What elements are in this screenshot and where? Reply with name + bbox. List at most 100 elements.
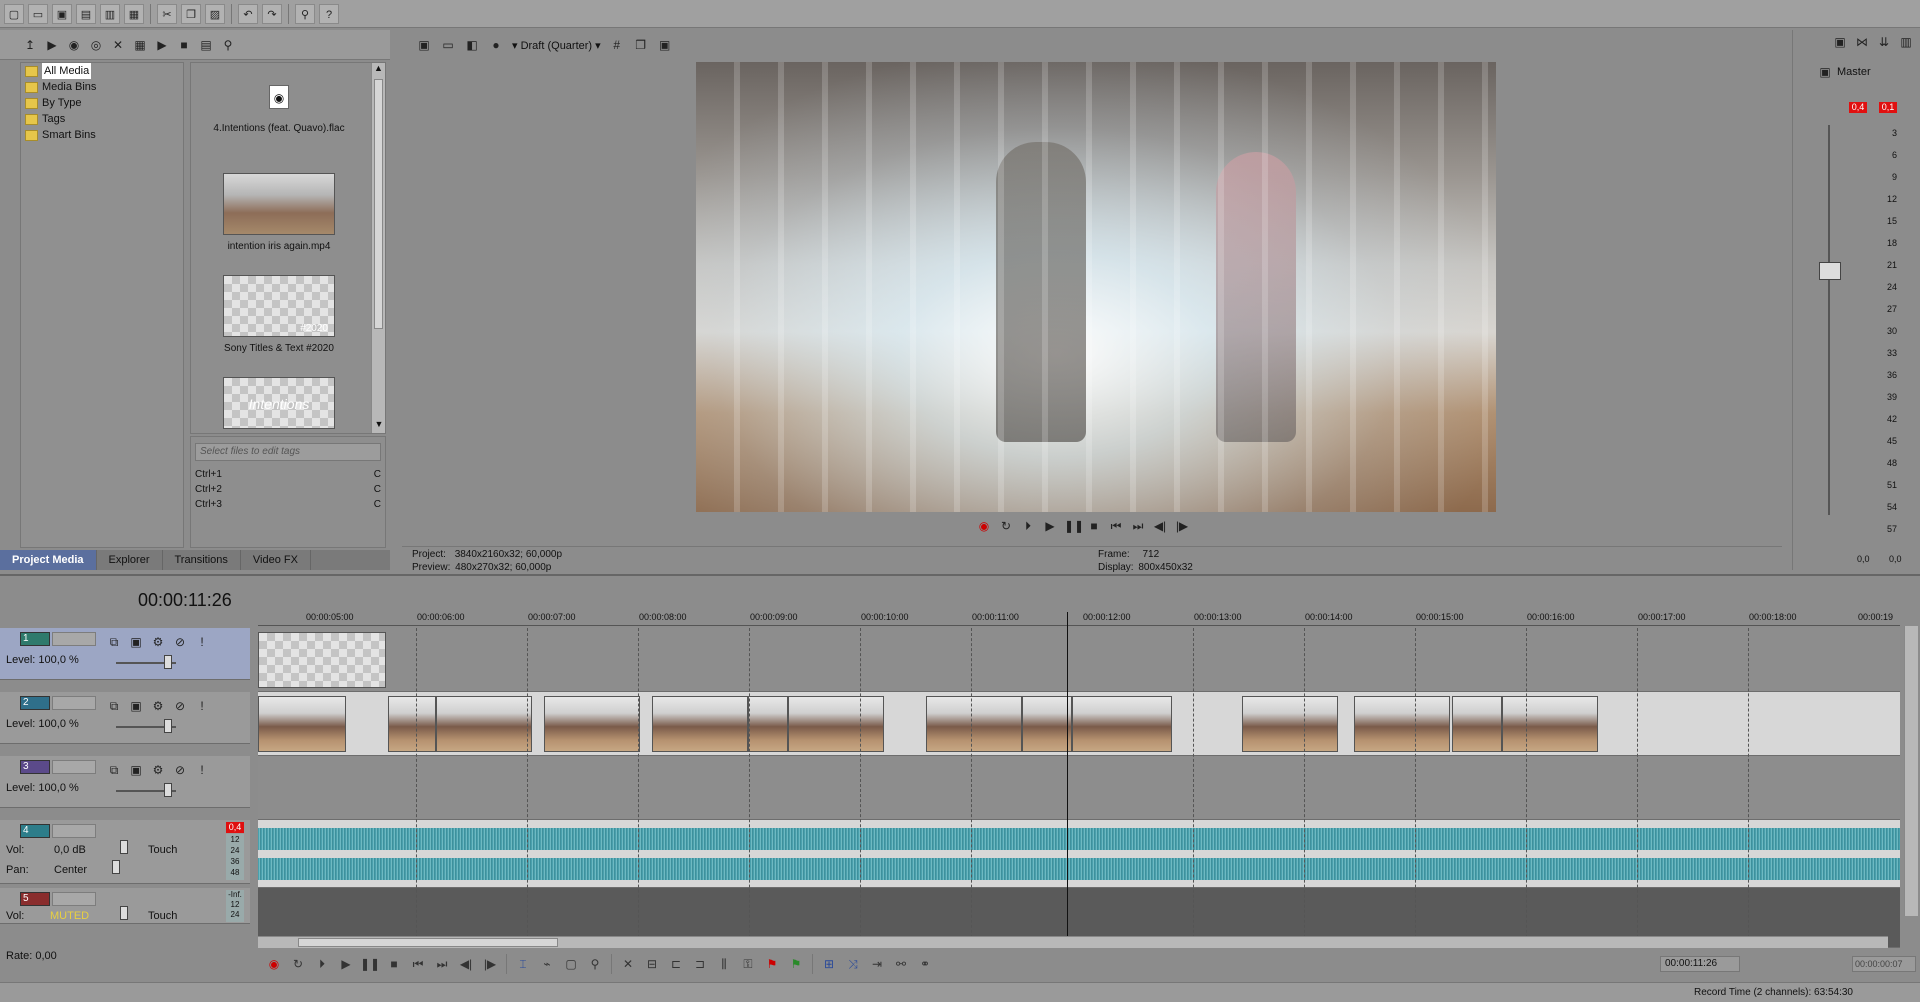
track-name-field[interactable] <box>52 760 96 774</box>
record-icon[interactable]: ◉ <box>976 518 992 534</box>
views-icon[interactable]: ▤ <box>198 37 214 53</box>
marker-icon[interactable]: ⚑ <box>762 954 782 974</box>
record-icon[interactable]: ◉ <box>264 954 284 974</box>
stop-icon[interactable]: ■ <box>384 954 404 974</box>
split-icon[interactable]: ⫼ <box>714 954 734 974</box>
tree-item-all-media[interactable]: All Media <box>21 63 183 79</box>
video-clip[interactable] <box>388 696 436 752</box>
normal-edit-tool-icon[interactable]: ⌶ <box>513 954 533 974</box>
volume-slider[interactable] <box>120 840 128 854</box>
level-slider[interactable] <box>164 783 172 797</box>
selection-tool-icon[interactable]: ▢ <box>561 954 581 974</box>
stop-icon[interactable]: ■ <box>1086 518 1102 534</box>
volume-slider[interactable] <box>120 906 128 920</box>
video-clip[interactable] <box>544 696 640 752</box>
paste-icon[interactable]: ▨ <box>205 3 225 24</box>
whats-this-icon[interactable]: ? <box>319 3 339 24</box>
solo-icon[interactable]: ! <box>194 698 210 714</box>
fx-icon[interactable]: ⚙ <box>150 698 166 714</box>
mixer-meters-icon[interactable]: ▥ <box>1898 34 1914 50</box>
mixer-bus-icon[interactable]: ⋈ <box>1854 34 1870 50</box>
ripple-edit-icon[interactable]: ⇥ <box>867 954 887 974</box>
video-clip[interactable] <box>258 696 346 752</box>
copy-icon[interactable]: ❐ <box>181 3 201 24</box>
properties-icon[interactable]: ▦ <box>124 3 144 24</box>
mute-icon[interactable]: ⊘ <box>172 762 188 778</box>
solo-icon[interactable]: ! <box>194 762 210 778</box>
track-name-field[interactable] <box>52 632 96 646</box>
go-to-end-icon[interactable]: ⏭ <box>1130 518 1146 534</box>
loop-icon[interactable]: ↻ <box>288 954 308 974</box>
motion-icon[interactable]: ⧉ <box>106 698 122 714</box>
video-clip[interactable] <box>1242 696 1338 752</box>
import-media-icon[interactable]: ↥ <box>22 37 38 53</box>
track-header-3[interactable]: 3 Level: 100,0 % ⧉ ▣ ⚙ ⊘! <box>0 756 250 808</box>
prev-frame-icon[interactable]: ◀| <box>1152 518 1168 534</box>
zoom-tool-icon[interactable]: ⚲ <box>585 954 605 974</box>
video-clip[interactable] <box>1452 696 1502 752</box>
video-clip[interactable] <box>652 696 748 752</box>
delete-icon[interactable]: ✕ <box>618 954 638 974</box>
go-to-start-icon[interactable]: ⏮ <box>1108 518 1124 534</box>
stop-media-icon[interactable]: ■ <box>176 37 192 53</box>
loop-icon[interactable]: ↻ <box>998 518 1014 534</box>
enable-snapping-icon[interactable]: ⚲ <box>295 3 315 24</box>
tab-transitions[interactable]: Transitions <box>163 550 241 570</box>
split-screen-icon[interactable]: ◧ <box>464 37 480 53</box>
video-clip[interactable] <box>1072 696 1172 752</box>
video-clip[interactable] <box>788 696 884 752</box>
lock-envelopes-icon[interactable]: ⚯ <box>891 954 911 974</box>
media-item-audio[interactable]: ◉ 4.Intentions (feat. Quavo).flac <box>199 85 359 134</box>
compositing-icon[interactable]: ▣ <box>128 762 144 778</box>
trim-start-icon[interactable]: ⊏ <box>666 954 686 974</box>
mixer-insert-icon[interactable]: ▣ <box>1832 34 1848 50</box>
track-name-field[interactable] <box>52 696 96 710</box>
track-header-1[interactable]: 1 Level: 100,0 % ⧉ ▣ ⚙ ⊘! <box>0 628 250 680</box>
trim-end-icon[interactable]: ⊐ <box>690 954 710 974</box>
video-clip[interactable] <box>1354 696 1450 752</box>
tag-input[interactable]: Select files to edit tags <box>195 443 381 461</box>
video-clip[interactable] <box>926 696 1022 752</box>
lock-icon[interactable]: ⚿ <box>738 954 758 974</box>
go-to-end-icon[interactable]: ⏭ <box>432 954 452 974</box>
grid-icon[interactable]: # <box>609 37 625 53</box>
media-scrollbar[interactable]: ▲ ▼ <box>371 63 385 433</box>
tree-item-smart-bins[interactable]: Smart Bins <box>21 127 183 143</box>
play-media-icon[interactable]: ▶ <box>154 37 170 53</box>
tree-item-tags[interactable]: Tags <box>21 111 183 127</box>
cursor-time-box[interactable]: 00:00:11:26 <box>1660 956 1740 972</box>
motion-icon[interactable]: ⧉ <box>106 762 122 778</box>
burn-disc-icon[interactable]: ◎ <box>88 37 104 53</box>
level-slider[interactable] <box>164 719 172 733</box>
tree-item-by-type[interactable]: By Type <box>21 95 183 111</box>
next-frame-icon[interactable]: |▶ <box>480 954 500 974</box>
selection-length-box[interactable]: 00:00:00:07 <box>1852 956 1916 972</box>
copy-snapshot-icon[interactable]: ❐ <box>633 37 649 53</box>
redo-icon[interactable]: ↷ <box>262 3 282 24</box>
track-header-4[interactable]: 4 Vol: 0,0 dB Touch Pan: Center 0,4 12 24… <box>0 820 250 884</box>
video-clip[interactable] <box>436 696 532 752</box>
remove-icon[interactable]: ✕ <box>110 37 126 53</box>
media-fx-icon[interactable]: ▦ <box>132 37 148 53</box>
motion-icon[interactable]: ⧉ <box>106 634 122 650</box>
mixer-downmix-icon[interactable]: ⇊ <box>1876 34 1892 50</box>
video-clip[interactable] <box>1022 696 1072 752</box>
pause-icon[interactable]: ❚❚ <box>1064 518 1084 534</box>
tab-video-fx[interactable]: Video FX <box>241 550 311 570</box>
automation-mode[interactable]: Touch <box>148 844 177 856</box>
search-icon[interactable]: ⚲ <box>220 37 236 53</box>
trim-icon[interactable]: ⊟ <box>642 954 662 974</box>
snapping-icon[interactable]: ⊞ <box>819 954 839 974</box>
mute-icon[interactable]: ⊘ <box>172 634 188 650</box>
render-icon[interactable]: ▥ <box>100 3 120 24</box>
undo-icon[interactable]: ↶ <box>238 3 258 24</box>
track-lane-3[interactable] <box>258 756 1900 820</box>
tab-explorer[interactable]: Explorer <box>97 550 163 570</box>
save-icon[interactable]: ▣ <box>52 3 72 24</box>
play-icon[interactable]: ▶ <box>1042 518 1058 534</box>
track-lane-1[interactable] <box>258 628 1900 692</box>
preview-quality-dropdown[interactable]: ▾ Draft (Quarter) ▾ <box>512 39 601 52</box>
auto-crossfade-icon[interactable]: ⤨ <box>843 954 863 974</box>
fx-icon[interactable]: ⚙ <box>150 762 166 778</box>
track-header-2[interactable]: 2 Level: 100,0 % ⧉ ▣ ⚙ ⊘! <box>0 692 250 744</box>
